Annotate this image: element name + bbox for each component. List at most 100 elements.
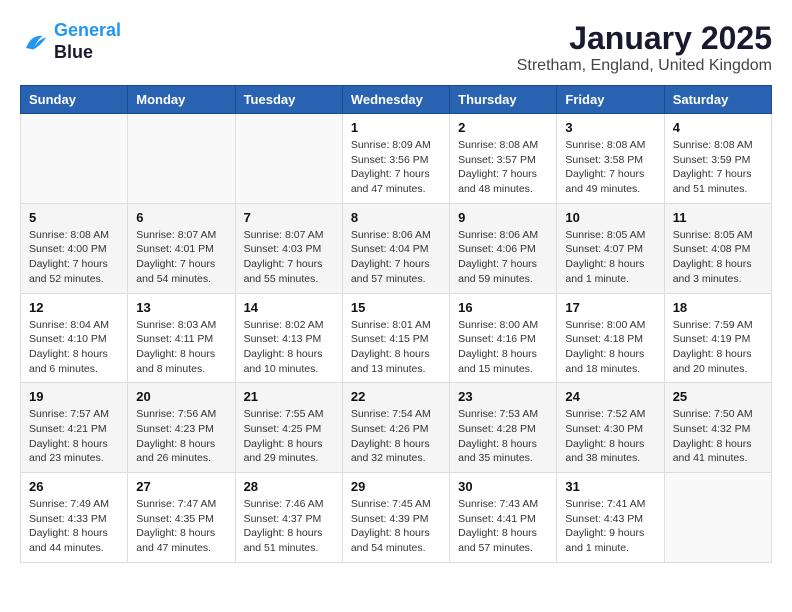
weekday-header-friday: Friday xyxy=(557,86,664,114)
calendar-cell: 7 Sunrise: 8:07 AM Sunset: 4:03 PM Daylig… xyxy=(235,203,342,293)
logo: GeneralBlue xyxy=(20,20,121,63)
page-header: GeneralBlue January 2025 Stretham, Engla… xyxy=(20,20,772,75)
calendar-cell: 5Sunrise: 8:08 AM Sunset: 4:00 PM Daylig… xyxy=(21,203,128,293)
day-info: Sunrise: 7:43 AM Sunset: 4:41 PM Dayligh… xyxy=(458,497,548,556)
day-info: Sunrise: 7:46 AM Sunset: 4:37 PM Dayligh… xyxy=(244,497,334,556)
day-info: Sunrise: 8:04 AM Sunset: 4:10 PM Dayligh… xyxy=(29,318,119,377)
weekday-header-tuesday: Tuesday xyxy=(235,86,342,114)
day-number: 23 xyxy=(458,389,548,404)
calendar-cell: 18 Sunrise: 7:59 AM Sunset: 4:19 PM Dayli… xyxy=(664,293,771,383)
day-number: 30 xyxy=(458,479,548,494)
calendar-header-row: SundayMondayTuesdayWednesdayThursdayFrid… xyxy=(21,86,772,114)
calendar-table: SundayMondayTuesdayWednesdayThursdayFrid… xyxy=(20,85,772,563)
calendar-cell: 28Sunrise: 7:46 AM Sunset: 4:37 PM Dayli… xyxy=(235,473,342,563)
day-number: 27 xyxy=(136,479,226,494)
calendar-week-4: 19 Sunrise: 7:57 AM Sunset: 4:21 PM Dayli… xyxy=(21,383,772,473)
day-number: 1 xyxy=(351,120,441,135)
day-number: 18 xyxy=(673,300,763,315)
calendar-cell: 26 Sunrise: 7:49 AM Sunset: 4:33 PM Dayli… xyxy=(21,473,128,563)
calendar-cell: 31Sunrise: 7:41 AM Sunset: 4:43 PM Dayli… xyxy=(557,473,664,563)
calendar-cell: 6Sunrise: 8:07 AM Sunset: 4:01 PM Daylig… xyxy=(128,203,235,293)
calendar-cell xyxy=(21,114,128,204)
calendar-cell: 2 Sunrise: 8:08 AM Sunset: 3:57 PM Daylig… xyxy=(450,114,557,204)
calendar-cell: 29 Sunrise: 7:45 AM Sunset: 4:39 PM Dayli… xyxy=(342,473,449,563)
calendar-cell: 13 Sunrise: 8:03 AM Sunset: 4:11 PM Dayli… xyxy=(128,293,235,383)
day-number: 21 xyxy=(244,389,334,404)
day-info: Sunrise: 8:08 AM Sunset: 3:57 PM Dayligh… xyxy=(458,138,548,197)
calendar-cell xyxy=(235,114,342,204)
calendar-week-3: 12 Sunrise: 8:04 AM Sunset: 4:10 PM Dayli… xyxy=(21,293,772,383)
calendar-cell: 1 Sunrise: 8:09 AM Sunset: 3:56 PM Daylig… xyxy=(342,114,449,204)
calendar-cell: 9 Sunrise: 8:06 AM Sunset: 4:06 PM Daylig… xyxy=(450,203,557,293)
day-info: Sunrise: 7:59 AM Sunset: 4:19 PM Dayligh… xyxy=(673,318,763,377)
day-number: 19 xyxy=(29,389,119,404)
calendar-cell: 25 Sunrise: 7:50 AM Sunset: 4:32 PM Dayli… xyxy=(664,383,771,473)
calendar-cell: 24Sunrise: 7:52 AM Sunset: 4:30 PM Dayli… xyxy=(557,383,664,473)
day-info: Sunrise: 7:54 AM Sunset: 4:26 PM Dayligh… xyxy=(351,407,441,466)
calendar-cell: 4Sunrise: 8:08 AM Sunset: 3:59 PM Daylig… xyxy=(664,114,771,204)
day-info: Sunrise: 8:07 AM Sunset: 4:03 PM Dayligh… xyxy=(244,228,334,287)
title-section: January 2025 Stretham, England, United K… xyxy=(517,20,772,75)
weekday-header-saturday: Saturday xyxy=(664,86,771,114)
day-number: 12 xyxy=(29,300,119,315)
weekday-header-wednesday: Wednesday xyxy=(342,86,449,114)
day-info: Sunrise: 8:05 AM Sunset: 4:08 PM Dayligh… xyxy=(673,228,763,287)
day-info: Sunrise: 7:55 AM Sunset: 4:25 PM Dayligh… xyxy=(244,407,334,466)
calendar-cell: 27 Sunrise: 7:47 AM Sunset: 4:35 PM Dayli… xyxy=(128,473,235,563)
day-info: Sunrise: 7:50 AM Sunset: 4:32 PM Dayligh… xyxy=(673,407,763,466)
calendar-cell: 3 Sunrise: 8:08 AM Sunset: 3:58 PM Daylig… xyxy=(557,114,664,204)
day-info: Sunrise: 8:03 AM Sunset: 4:11 PM Dayligh… xyxy=(136,318,226,377)
day-number: 17 xyxy=(565,300,655,315)
day-info: Sunrise: 8:06 AM Sunset: 4:06 PM Dayligh… xyxy=(458,228,548,287)
day-number: 9 xyxy=(458,210,548,225)
calendar-cell: 14Sunrise: 8:02 AM Sunset: 4:13 PM Dayli… xyxy=(235,293,342,383)
day-info: Sunrise: 8:09 AM Sunset: 3:56 PM Dayligh… xyxy=(351,138,441,197)
day-number: 29 xyxy=(351,479,441,494)
day-info: Sunrise: 8:08 AM Sunset: 4:00 PM Dayligh… xyxy=(29,228,119,287)
day-info: Sunrise: 8:05 AM Sunset: 4:07 PM Dayligh… xyxy=(565,228,655,287)
day-number: 25 xyxy=(673,389,763,404)
day-info: Sunrise: 8:08 AM Sunset: 3:58 PM Dayligh… xyxy=(565,138,655,197)
weekday-header-thursday: Thursday xyxy=(450,86,557,114)
calendar-cell xyxy=(128,114,235,204)
day-number: 8 xyxy=(351,210,441,225)
calendar-cell: 11 Sunrise: 8:05 AM Sunset: 4:08 PM Dayli… xyxy=(664,203,771,293)
calendar-cell: 17 Sunrise: 8:00 AM Sunset: 4:18 PM Dayli… xyxy=(557,293,664,383)
day-number: 3 xyxy=(565,120,655,135)
calendar-cell: 30 Sunrise: 7:43 AM Sunset: 4:41 PM Dayli… xyxy=(450,473,557,563)
logo-bird-icon xyxy=(20,27,50,57)
day-info: Sunrise: 7:57 AM Sunset: 4:21 PM Dayligh… xyxy=(29,407,119,466)
day-number: 2 xyxy=(458,120,548,135)
calendar-cell: 10 Sunrise: 8:05 AM Sunset: 4:07 PM Dayli… xyxy=(557,203,664,293)
calendar-cell: 15Sunrise: 8:01 AM Sunset: 4:15 PM Dayli… xyxy=(342,293,449,383)
day-info: Sunrise: 8:00 AM Sunset: 4:18 PM Dayligh… xyxy=(565,318,655,377)
day-number: 26 xyxy=(29,479,119,494)
calendar-cell: 22 Sunrise: 7:54 AM Sunset: 4:26 PM Dayli… xyxy=(342,383,449,473)
day-info: Sunrise: 7:53 AM Sunset: 4:28 PM Dayligh… xyxy=(458,407,548,466)
day-number: 11 xyxy=(673,210,763,225)
day-number: 6 xyxy=(136,210,226,225)
calendar-cell: 21 Sunrise: 7:55 AM Sunset: 4:25 PM Dayli… xyxy=(235,383,342,473)
day-info: Sunrise: 7:41 AM Sunset: 4:43 PM Dayligh… xyxy=(565,497,655,556)
day-info: Sunrise: 8:08 AM Sunset: 3:59 PM Dayligh… xyxy=(673,138,763,197)
calendar-week-2: 5Sunrise: 8:08 AM Sunset: 4:00 PM Daylig… xyxy=(21,203,772,293)
logo-text: GeneralBlue xyxy=(54,20,121,63)
calendar-cell: 23 Sunrise: 7:53 AM Sunset: 4:28 PM Dayli… xyxy=(450,383,557,473)
weekday-header-sunday: Sunday xyxy=(21,86,128,114)
day-info: Sunrise: 8:06 AM Sunset: 4:04 PM Dayligh… xyxy=(351,228,441,287)
day-info: Sunrise: 8:02 AM Sunset: 4:13 PM Dayligh… xyxy=(244,318,334,377)
calendar-cell: 12 Sunrise: 8:04 AM Sunset: 4:10 PM Dayli… xyxy=(21,293,128,383)
calendar-week-1: 1 Sunrise: 8:09 AM Sunset: 3:56 PM Daylig… xyxy=(21,114,772,204)
day-number: 7 xyxy=(244,210,334,225)
day-number: 20 xyxy=(136,389,226,404)
day-info: Sunrise: 7:47 AM Sunset: 4:35 PM Dayligh… xyxy=(136,497,226,556)
day-info: Sunrise: 7:49 AM Sunset: 4:33 PM Dayligh… xyxy=(29,497,119,556)
calendar-week-5: 26 Sunrise: 7:49 AM Sunset: 4:33 PM Dayli… xyxy=(21,473,772,563)
calendar-cell xyxy=(664,473,771,563)
day-number: 16 xyxy=(458,300,548,315)
month-title: January 2025 xyxy=(517,20,772,57)
day-number: 22 xyxy=(351,389,441,404)
day-number: 10 xyxy=(565,210,655,225)
day-number: 13 xyxy=(136,300,226,315)
day-info: Sunrise: 7:45 AM Sunset: 4:39 PM Dayligh… xyxy=(351,497,441,556)
